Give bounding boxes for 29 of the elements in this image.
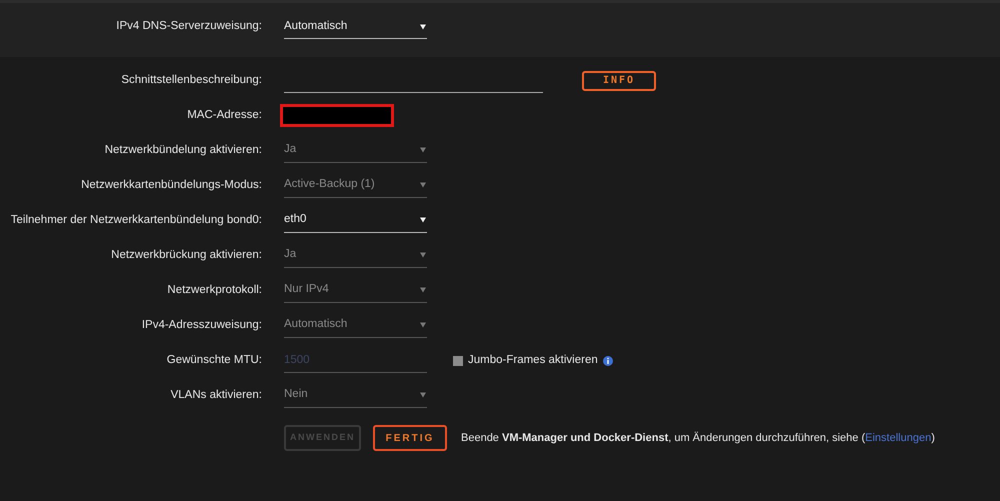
field-label: Gewünschte MTU: xyxy=(166,352,262,368)
caret-icon xyxy=(420,392,426,398)
mtu-field[interactable]: 1500 xyxy=(284,348,427,372)
caret-icon xyxy=(420,182,426,188)
settings-link[interactable]: Einstellungen xyxy=(865,432,932,444)
info-button[interactable]: INFO xyxy=(582,70,656,90)
done-button[interactable]: FERTIG xyxy=(373,425,447,451)
dropdown[interactable]: eth0 xyxy=(284,208,427,232)
field-label: Netzwerkbrückung aktivieren: xyxy=(111,248,262,263)
caret-icon xyxy=(420,24,426,30)
checkbox-label[interactable]: Jumbo-Frames aktivieren xyxy=(468,352,598,370)
field-label: Schnittstellenbeschreibung: xyxy=(121,72,262,88)
field-label: IPv4 DNS-Serverzuweisung: xyxy=(116,19,262,34)
dropdown[interactable]: Automatisch xyxy=(284,15,427,39)
field-label: VLANs aktivieren: xyxy=(170,388,262,403)
field-label: Teilnehmer der Netzwerkkartenbündelung bond0: xyxy=(10,212,262,228)
restart-notice: Beende VM-Manager und Docker-Dienst, um Änderungen durchzuführen, siehe (Einstellungen) xyxy=(461,430,935,446)
caret-icon xyxy=(420,287,426,293)
field-label: MAC-Adresse: xyxy=(187,108,262,123)
field-label: Netzwerkbündelung aktivieren: xyxy=(104,142,262,158)
field-label: Netzwerkkartenbündelungs-Modus: xyxy=(81,178,262,193)
info-icon[interactable] xyxy=(602,356,613,366)
caret-icon xyxy=(420,217,426,223)
field-label: IPv4-Adresszuweisung: xyxy=(142,318,262,333)
caret-icon xyxy=(420,252,426,258)
field-label: Netzwerkprotokoll: xyxy=(167,282,262,298)
caret-icon xyxy=(420,322,426,328)
caret-icon xyxy=(420,147,426,153)
checkbox[interactable] xyxy=(453,356,463,366)
